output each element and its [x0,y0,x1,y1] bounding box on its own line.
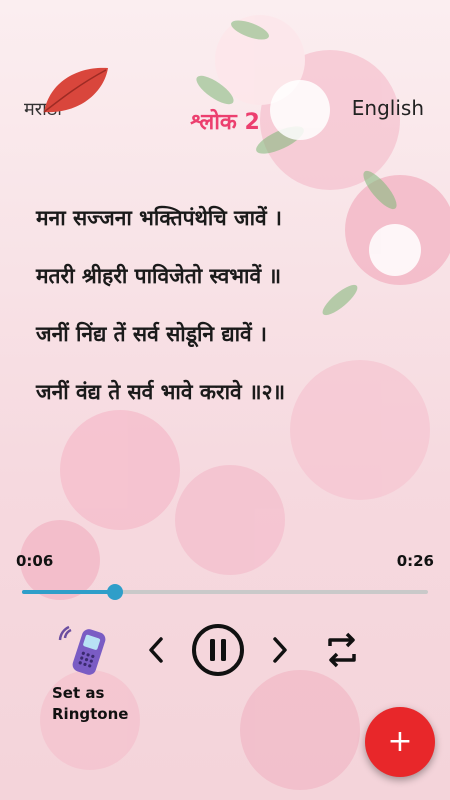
ringtone-label-line2: Ringtone [52,705,129,723]
pause-icon [192,624,244,676]
repeat-icon [328,632,356,668]
repeat-button[interactable] [318,626,366,674]
verse-text: मना सज्जना भक्तिपंथेचि जावें । मतरी श्री… [36,200,285,432]
plus-icon: + [387,724,413,759]
ringtone-label-line1: Set as [52,684,105,702]
seek-bar-thumb[interactable] [107,584,124,600]
verse-line: जनीं निंद्य तें सर्व सोडूनि द्यावें । [36,322,267,346]
next-button[interactable] [264,628,296,672]
add-fab-button[interactable]: + [365,707,435,777]
phone-ringing-icon[interactable] [55,624,111,680]
pause-button[interactable] [190,622,246,678]
seek-bar-progress [22,590,116,594]
verse-line: जनीं वंद्य ते सर्व भावे करावे ॥२॥ [36,380,286,404]
chevron-left-icon [149,637,163,663]
current-time: 0:06 [16,552,54,570]
chevron-right-icon [273,637,287,663]
set-as-ringtone-label[interactable]: Set as Ringtone [52,683,128,725]
seek-bar[interactable] [22,584,428,600]
total-time: 0:26 [396,552,434,570]
verse-line: मतरी श्रीहरी पाविजेतो स्वभावें ॥ [36,264,282,288]
language-english-button[interactable]: English [352,96,424,120]
previous-button[interactable] [140,628,172,672]
verse-line: मना सज्जना भक्तिपंथेचि जावें । [36,206,282,230]
